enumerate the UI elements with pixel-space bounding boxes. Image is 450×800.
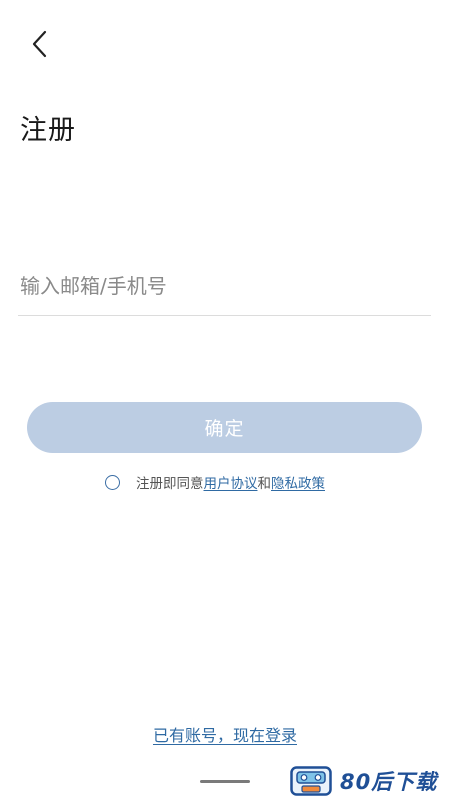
watermark-text: 80后下载 [340,770,438,794]
home-indicator[interactable] [200,780,250,783]
account-field [18,262,431,316]
login-link[interactable]: 已有账号，现在登录 [153,726,297,745]
agree-checkbox[interactable] [105,474,120,490]
agreement-prefix: 注册即同意 [136,476,204,492]
chevron-left-icon [32,30,47,58]
confirm-button[interactable]: 确定 [27,402,422,453]
user-agreement-link[interactable]: 用户协议 [204,472,258,492]
account-input[interactable] [18,262,431,310]
agreement-conjunction: 和 [257,476,272,492]
page-title: 注册 [20,115,76,146]
watermark: 80后下载 [290,766,437,796]
cassette-icon [290,766,332,796]
login-link-container: 已有账号，现在登录 [0,722,450,746]
privacy-policy-link[interactable]: 隐私政策 [271,472,325,492]
agreement-row: 注册即同意 用户协议 和 隐私政策 [105,471,325,493]
back-button[interactable] [22,26,58,62]
